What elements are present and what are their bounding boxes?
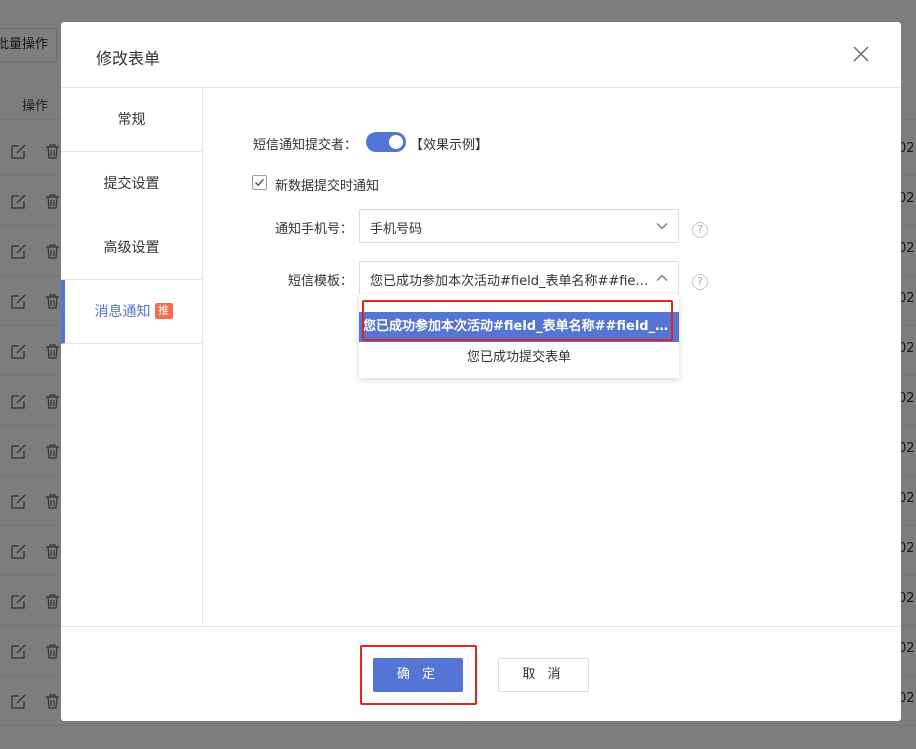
dialog-sidebar: 常规 提交设置 高级设置 消息通知推 (61, 87, 203, 626)
edit-form-dialog: 修改表单 常规 提交设置 高级设置 消息通知推 短信通知提交者： 【效果示例】 … (61, 22, 901, 721)
dialog-header: 修改表单 (61, 22, 901, 87)
sidebar-item-label: 高级设置 (103, 240, 160, 256)
sms-template-select[interactable]: 您已成功参加本次活动#field_表单名称##field_表单... (359, 261, 679, 295)
sidebar-item-label: 消息通知 (94, 304, 151, 320)
sidebar-item-label: 提交设置 (103, 176, 160, 192)
sms-notify-toggle[interactable] (366, 132, 406, 152)
recommend-badge: 推 (154, 303, 173, 319)
phone-field-label: 通知手机号： (275, 222, 354, 237)
sidebar-item-general[interactable]: 常规 (61, 88, 202, 152)
new-data-notify-label: 新数据提交时通知 (275, 179, 380, 194)
phone-select-value: 手机号码 (370, 222, 423, 237)
effect-example-link[interactable]: 【效果示例】 (410, 134, 488, 153)
chevron-up-icon (656, 274, 668, 281)
sms-template-value: 您已成功参加本次活动#field_表单名称##field_表单... (370, 274, 650, 289)
dropdown-option[interactable]: 您已成功提交表单 (359, 343, 679, 373)
sms-notify-label: 短信通知提交者： (253, 138, 358, 153)
close-icon[interactable] (851, 44, 871, 64)
footer-divider (61, 626, 901, 627)
sms-template-label: 短信模板： (288, 274, 354, 289)
cancel-button[interactable]: 取 消 (498, 658, 589, 692)
toggle-knob (389, 135, 403, 149)
phone-select[interactable]: 手机号码 (359, 209, 679, 243)
sidebar-item-label: 常规 (117, 112, 146, 128)
sidebar-item-message-notification[interactable]: 消息通知推 (61, 280, 202, 344)
content-divider (203, 87, 901, 88)
new-data-notify-checkbox[interactable] (252, 175, 267, 190)
phone-help-icon[interactable]: ? (692, 222, 708, 238)
highlight-frame-confirm (360, 645, 477, 705)
check-icon (255, 178, 265, 187)
chevron-down-icon (656, 223, 668, 230)
sidebar-item-submit-settings[interactable]: 提交设置 (61, 152, 202, 216)
sidebar-item-advanced-settings[interactable]: 高级设置 (61, 216, 202, 280)
highlight-frame-option (362, 300, 673, 341)
dialog-title: 修改表单 (96, 49, 161, 68)
template-help-icon[interactable]: ? (692, 274, 708, 290)
